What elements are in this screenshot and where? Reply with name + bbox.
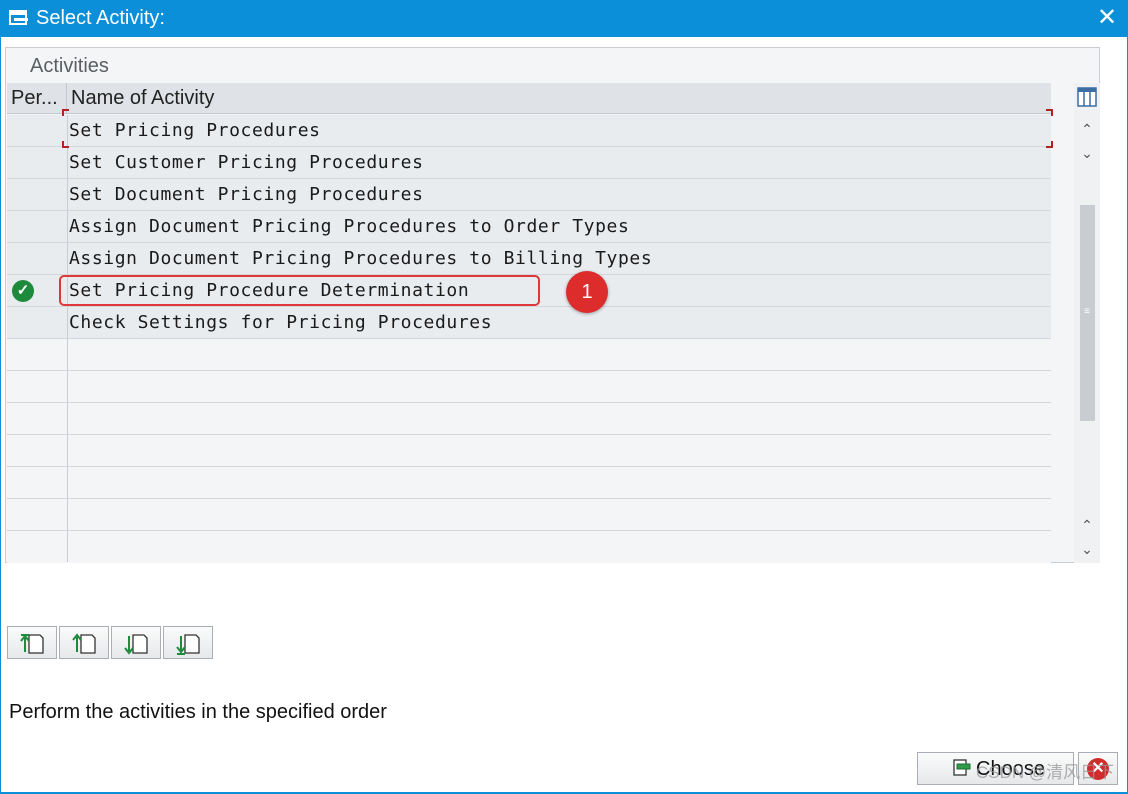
scroll-step-up-icon[interactable]: ⌃ <box>1078 515 1096 535</box>
empty-row <box>7 339 1051 371</box>
focus-corner-top-left <box>62 109 69 116</box>
table-row[interactable]: Assign Document Pricing Procedures to Or… <box>7 211 1051 243</box>
move-to-bottom-icon <box>176 634 200 655</box>
watermark-text: CSDN @清风日下 <box>976 763 1115 782</box>
table-row[interactable]: Set Pricing Procedures <box>7 115 1051 147</box>
move-down-button[interactable] <box>111 626 161 659</box>
empty-row <box>7 435 1051 467</box>
scroll-page-down-icon[interactable]: ⌄ <box>1078 539 1096 559</box>
performed-check-icon: ✓ <box>12 280 34 302</box>
empty-cell <box>7 467 68 498</box>
empty-cell <box>7 499 68 530</box>
performed-cell[interactable] <box>7 243 68 274</box>
vertical-scrollbar[interactable]: ⌃ ⌄ ≡ ⌃ ⌄ <box>1074 83 1100 563</box>
performed-cell[interactable] <box>7 307 68 338</box>
empty-cell <box>7 435 68 466</box>
focus-corner-bottom-left <box>62 141 69 148</box>
table-header: Per... Name of Activity <box>7 83 1051 114</box>
activity-name[interactable]: Assign Document Pricing Procedures to Or… <box>69 211 1049 242</box>
performed-cell[interactable] <box>7 179 68 210</box>
empty-cell <box>7 339 68 370</box>
empty-cell <box>7 371 68 402</box>
move-up-icon <box>72 633 96 654</box>
empty-row <box>7 371 1051 403</box>
activity-table: Per... Name of Activity Set Pricing Proc… <box>7 83 1051 563</box>
empty-row <box>7 499 1051 531</box>
activity-name[interactable]: Set Pricing Procedures <box>69 115 1049 146</box>
empty-cell <box>7 403 68 434</box>
scroll-step-down-icon[interactable]: ⌄ <box>1078 143 1096 163</box>
table-row[interactable]: Set Customer Pricing Procedures <box>7 147 1051 179</box>
table-row[interactable]: Assign Document Pricing Procedures to Bi… <box>7 243 1051 275</box>
move-down-icon <box>124 634 148 655</box>
status-message: Perform the activities in the specified … <box>9 701 387 723</box>
move-up-button[interactable] <box>59 626 109 659</box>
panel-title: Activities <box>30 55 109 77</box>
table-row[interactable]: Check Settings for Pricing Procedures <box>7 307 1051 339</box>
activity-name[interactable]: Set Document Pricing Procedures <box>69 179 1049 210</box>
window-title: Select Activity: <box>36 7 165 29</box>
move-to-top-icon <box>20 634 44 654</box>
empty-row <box>7 403 1051 435</box>
empty-row <box>7 467 1051 499</box>
performed-cell[interactable] <box>7 147 68 178</box>
annotation-highlight-box <box>59 275 540 306</box>
scroll-page-up-icon[interactable]: ⌃ <box>1078 119 1096 139</box>
move-to-top-button[interactable] <box>7 626 57 659</box>
scroll-grip-icon: ≡ <box>1084 306 1090 317</box>
focus-corner-bottom-right <box>1046 141 1053 148</box>
window-border-left <box>0 37 1 794</box>
annotation-badge: 1 <box>566 271 608 313</box>
title-bar: Select Activity: ✕ <box>0 0 1128 37</box>
empty-cell <box>7 531 68 562</box>
column-header-performed[interactable]: Per... <box>7 83 67 114</box>
focus-corner-top-right <box>1046 109 1053 116</box>
move-to-bottom-button[interactable] <box>163 626 213 659</box>
performed-cell[interactable] <box>7 115 68 146</box>
column-config-icon[interactable] <box>1077 87 1097 109</box>
activity-name[interactable]: Assign Document Pricing Procedures to Bi… <box>69 243 1049 274</box>
empty-row <box>7 531 1051 563</box>
dialog-icon <box>9 9 31 27</box>
table-row[interactable]: Set Document Pricing Procedures <box>7 179 1051 211</box>
activity-name[interactable]: Check Settings for Pricing Procedures <box>69 307 1049 338</box>
performed-cell[interactable] <box>7 211 68 242</box>
close-icon[interactable]: ✕ <box>1096 6 1118 30</box>
column-header-name[interactable]: Name of Activity <box>68 83 1051 114</box>
choose-icon <box>952 758 972 778</box>
activity-name[interactable]: Set Customer Pricing Procedures <box>69 147 1049 178</box>
